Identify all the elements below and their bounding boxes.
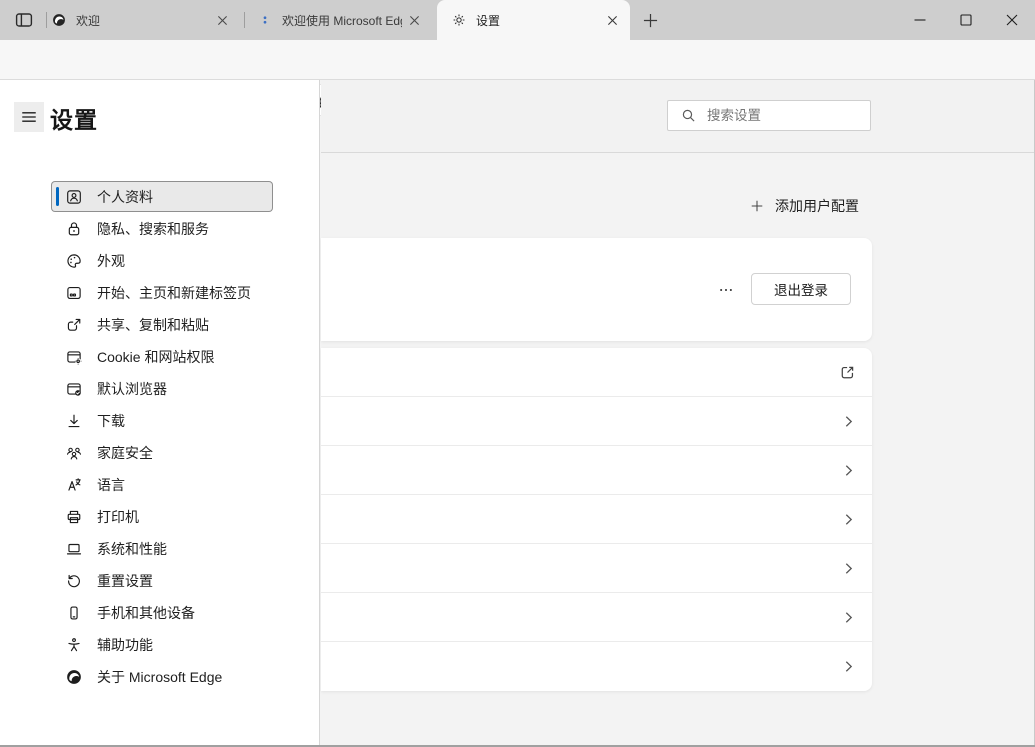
sidebar-item-label: 隐私、搜索和服务	[97, 220, 209, 237]
more-horizontal-icon[interactable]	[711, 275, 741, 305]
close-icon[interactable]	[406, 12, 422, 28]
window-controls	[897, 0, 1035, 40]
sidebar-item-label: 关于 Microsoft Edge	[97, 668, 223, 685]
start-page-icon	[65, 284, 83, 302]
add-profile-label: 添加用户配置	[775, 198, 859, 214]
tab-welcome-edge[interactable]: 欢迎使用 Microsoft Edg	[248, 0, 432, 40]
list-item[interactable]	[321, 544, 872, 593]
blue-favicon-icon	[257, 12, 273, 28]
sidebar-item-cookies-permissions[interactable]: Cookie 和网站权限	[52, 342, 272, 371]
list-item[interactable]	[321, 642, 872, 691]
sidebar-item-label: 辅助功能	[97, 636, 153, 653]
minimize-button[interactable]	[897, 0, 943, 40]
sidebar-item-label: 家庭安全	[97, 444, 153, 461]
chevron-right-icon	[840, 609, 857, 626]
download-icon	[65, 412, 83, 430]
sidebar-item-profiles[interactable]: 个人资料	[52, 182, 272, 211]
sidebar-item-about-edge[interactable]: 关于 Microsoft Edge	[52, 662, 272, 691]
sidebar-item-start-home[interactable]: 开始、主页和新建标签页	[52, 278, 272, 307]
chevron-right-icon	[840, 560, 857, 577]
search-input[interactable]	[707, 108, 870, 123]
performance-icon	[65, 540, 83, 558]
sidebar-item-accessibility[interactable]: 辅助功能	[52, 630, 272, 659]
navigation-bar: Edge edge://settings/profiles	[0, 40, 1035, 115]
sidebar-item-printers[interactable]: 打印机	[52, 502, 272, 531]
chevron-right-icon	[840, 511, 857, 528]
sidebar-item-label: 外观	[97, 252, 125, 269]
tab-bar: 欢迎 欢迎使用 Microsoft Edg 设置	[0, 0, 1035, 40]
profile-card-icon	[65, 188, 83, 206]
sidebar-item-appearance[interactable]: 外观	[52, 246, 272, 275]
close-icon[interactable]	[214, 12, 230, 28]
cookie-permissions-icon	[65, 348, 83, 366]
profile-settings-list	[321, 348, 872, 691]
sidebar-item-label: Cookie 和网站权限	[97, 348, 215, 365]
sidebar-item-phone-devices[interactable]: 手机和其他设备	[52, 598, 272, 627]
share-icon	[65, 316, 83, 334]
chevron-right-icon	[840, 413, 857, 430]
settings-search-box[interactable]	[667, 100, 871, 131]
maximize-button[interactable]	[943, 0, 989, 40]
lock-icon	[65, 220, 83, 238]
sidebar-item-system-performance[interactable]: 系统和性能	[52, 534, 272, 563]
phone-icon	[65, 604, 83, 622]
list-item[interactable]	[321, 593, 872, 642]
tab-separator	[244, 12, 245, 28]
chevron-right-icon	[840, 462, 857, 479]
printer-icon	[65, 508, 83, 526]
settings-header	[321, 80, 1035, 153]
sidebar-nav: 个人资料 隐私、搜索和服务 外观 开始、主页和新建标签页 共享、复制和粘贴 Co…	[52, 182, 272, 694]
chevron-right-icon	[840, 658, 857, 675]
plus-icon	[749, 198, 765, 214]
tab-title: 欢迎	[76, 13, 101, 28]
tab-title: 设置	[476, 13, 501, 28]
sidebar-item-downloads[interactable]: 下载	[52, 406, 272, 435]
sidebar-item-reset-settings[interactable]: 重置设置	[52, 566, 272, 595]
list-item[interactable]	[321, 495, 872, 544]
sidebar-item-label: 下载	[97, 412, 125, 429]
list-item[interactable]	[321, 446, 872, 495]
family-icon	[65, 444, 83, 462]
add-profile-button[interactable]: 添加用户配置	[749, 190, 859, 222]
close-window-button[interactable]	[989, 0, 1035, 40]
browser-window: 欢迎 欢迎使用 Microsoft Edg 设置 搜索设置 添加用户配置 退出登…	[0, 0, 1035, 747]
profile-card: 退出登录	[321, 238, 872, 341]
palette-icon	[65, 252, 83, 270]
open-external-icon	[838, 363, 857, 382]
close-icon[interactable]	[604, 12, 620, 28]
tab-welcome[interactable]: 欢迎	[42, 0, 240, 40]
default-browser-icon	[65, 380, 83, 398]
sidebar-item-label: 开始、主页和新建标签页	[97, 284, 251, 301]
signout-button[interactable]: 退出登录	[751, 273, 851, 305]
settings-sidebar: 设置 个人资料 隐私、搜索和服务 外观 开始、主页和新建标签页 共享、复制和粘贴…	[0, 80, 320, 745]
tab-settings[interactable]: 设置	[437, 0, 630, 40]
edge-logo-icon	[51, 12, 67, 28]
sidebar-item-label: 手机和其他设备	[97, 604, 195, 621]
hamburger-menu-icon[interactable]	[14, 102, 44, 132]
reset-icon	[65, 572, 83, 590]
sidebar-item-label: 系统和性能	[97, 540, 167, 557]
sidebar-item-share-copy-paste[interactable]: 共享、复制和粘贴	[52, 310, 272, 339]
sidebar-item-family-safety[interactable]: 家庭安全	[52, 438, 272, 467]
list-item[interactable]	[321, 348, 872, 397]
sidebar-item-default-browser[interactable]: 默认浏览器	[52, 374, 272, 403]
tab-preview-icon[interactable]	[12, 8, 36, 32]
search-icon	[680, 107, 697, 124]
sidebar-item-label: 默认浏览器	[97, 380, 167, 397]
sidebar-item-label: 共享、复制和粘贴	[97, 316, 209, 333]
edge-logo-icon	[65, 668, 83, 686]
list-item[interactable]	[321, 397, 872, 446]
sidebar-item-label: 打印机	[97, 508, 139, 525]
language-icon	[65, 476, 83, 494]
tab-title: 欢迎使用 Microsoft Edg	[282, 13, 402, 28]
new-tab-button[interactable]	[639, 9, 661, 31]
sidebar-item-label: 语言	[97, 476, 125, 493]
page-title: 设置	[50, 107, 98, 133]
sidebar-item-privacy[interactable]: 隐私、搜索和服务	[52, 214, 272, 243]
accessibility-icon	[65, 636, 83, 654]
sidebar-item-label: 个人资料	[97, 188, 153, 205]
sidebar-item-languages[interactable]: 语言	[52, 470, 272, 499]
gear-icon	[451, 12, 467, 28]
sidebar-item-label: 重置设置	[97, 572, 153, 589]
